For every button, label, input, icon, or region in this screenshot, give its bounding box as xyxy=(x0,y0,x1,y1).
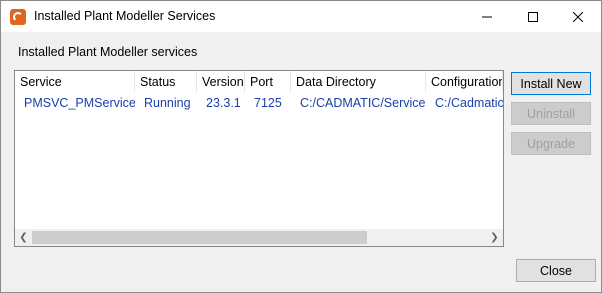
window-title: Installed Plant Modeller Services xyxy=(34,9,216,23)
list-header: Service Status Version Port Data Directo… xyxy=(15,71,503,92)
column-header-configuration[interactable]: Configuration xyxy=(426,71,503,92)
cell-configuration: C:/Cadmatic/c xyxy=(435,96,503,110)
services-list[interactable]: Service Status Version Port Data Directo… xyxy=(14,70,504,247)
minimize-icon xyxy=(482,16,492,17)
scrollbar-thumb[interactable] xyxy=(32,231,367,244)
uninstall-button[interactable]: Uninstall xyxy=(511,102,591,125)
column-header-status[interactable]: Status xyxy=(135,71,197,92)
title-bar[interactable]: Installed Plant Modeller Services xyxy=(1,1,601,32)
close-window-button[interactable] xyxy=(555,1,601,32)
close-icon xyxy=(573,11,583,22)
services-group-label: Installed Plant Modeller services xyxy=(18,45,198,59)
maximize-icon xyxy=(528,11,538,22)
column-header-version[interactable]: Version xyxy=(197,71,245,92)
column-header-service[interactable]: Service xyxy=(15,71,135,92)
install-new-button[interactable]: Install New xyxy=(511,72,591,95)
cell-status: Running xyxy=(144,96,191,110)
column-header-data-directory[interactable]: Data Directory xyxy=(291,71,426,92)
dialog-window: Installed Plant Modeller Services Instal… xyxy=(0,0,602,293)
upgrade-button[interactable]: Upgrade xyxy=(511,132,591,155)
column-header-port[interactable]: Port xyxy=(245,71,291,92)
cell-service: PMSVC_PMService xyxy=(24,96,135,110)
cell-version: 23.3.1 xyxy=(206,96,241,110)
horizontal-scrollbar[interactable]: ❮ ❯ xyxy=(15,229,503,246)
scroll-right-icon[interactable]: ❯ xyxy=(486,229,503,246)
scroll-left-icon[interactable]: ❮ xyxy=(15,229,32,246)
cell-port: 7125 xyxy=(254,96,282,110)
maximize-button[interactable] xyxy=(510,1,556,32)
app-logo-icon xyxy=(10,9,26,25)
minimize-button[interactable] xyxy=(464,1,510,32)
close-button[interactable]: Close xyxy=(516,259,596,282)
cell-data-directory: C:/CADMATIC/Services xyxy=(300,96,426,110)
table-row[interactable]: PMSVC_PMService Running 23.3.1 7125 C:/C… xyxy=(15,94,503,113)
